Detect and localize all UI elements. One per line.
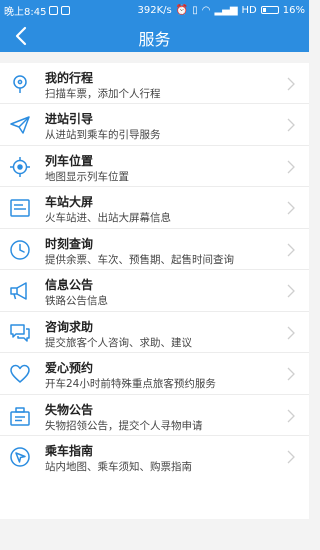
service-item-title: 失物公告: [45, 402, 94, 417]
chevron-right-icon: [287, 284, 295, 298]
location-pin-icon: [8, 72, 32, 96]
status-time: 晚上8:45: [4, 6, 47, 18]
clock-icon: [8, 238, 32, 262]
status-bar: 晚上8:45 392K/s ⏰ ▯ ◠ ▂▄▆ HD 16%: [0, 0, 309, 20]
service-item-subtitle: 从进站到乘车的引导服务: [45, 129, 161, 142]
chevron-right-icon: [287, 160, 295, 174]
heart-icon: [8, 362, 32, 386]
wifi-icon: ◠: [201, 4, 211, 16]
service-item-subtitle: 火车站进、出站大屏幕信息: [45, 212, 171, 225]
service-item-my-trip[interactable]: 我的行程 扫描车票，添加个人行程: [0, 63, 309, 105]
service-item-subtitle: 站内地图、乘车须知、购票指南: [45, 460, 192, 473]
service-item-subtitle: 开车24小时前特殊重点旅客预约服务: [45, 378, 216, 391]
service-item-subtitle: 地图显示列车位置: [45, 170, 129, 183]
network-type: HD: [241, 4, 257, 16]
service-item-title: 进站引导: [45, 112, 94, 127]
service-item-title: 我的行程: [45, 71, 94, 85]
lost-found-box-icon: [8, 404, 32, 428]
chevron-right-icon: [287, 409, 295, 422]
chat-bubbles-icon: [8, 321, 32, 345]
chevron-right-icon: [287, 450, 295, 464]
page-title: 服务: [138, 30, 171, 49]
battery-icon: [260, 6, 279, 14]
service-item-title: 乘车指南: [45, 443, 94, 458]
service-item-title: 咨询求助: [45, 319, 94, 334]
chevron-right-icon: [287, 201, 295, 215]
service-item-station-guide[interactable]: 进站引导 从进站到乘车的引导服务: [0, 104, 309, 146]
battery-level: 16%: [282, 4, 305, 16]
service-item-lost-found[interactable]: 失物公告 失物招领公告，提交个人寻物申请: [0, 395, 309, 436]
vibrate-icon: ▯: [192, 4, 198, 16]
megaphone-icon: [8, 279, 32, 303]
chevron-right-icon: [287, 77, 295, 91]
service-item-subtitle: 失物招领公告，提交个人寻物申请: [45, 419, 203, 432]
alarm-icon: ⏰: [175, 4, 189, 16]
paper-plane-icon: [8, 113, 32, 137]
network-speed: 392K/s: [137, 4, 172, 16]
service-item-subtitle: 铁路公告信息: [45, 295, 108, 308]
notification-icon: [61, 5, 71, 15]
service-item-care-reservation[interactable]: 爱心预约 开车24小时前特殊重点旅客预约服务: [0, 353, 309, 395]
service-item-announcements[interactable]: 信息公告 铁路公告信息: [0, 270, 309, 312]
service-item-subtitle: 提供余票、车次、预售期、起售时间查询: [45, 253, 234, 266]
app-bar: 服务: [0, 20, 309, 52]
service-item-timetable-query[interactable]: 时刻查询 提供余票、车次、预售期、起售时间查询: [0, 229, 309, 271]
signal-icon: ▂▄▆: [214, 4, 238, 16]
service-item-travel-guide[interactable]: 乘车指南 站内地图、乘车须知、购票指南: [0, 436, 309, 477]
service-item-subtitle: 扫描车票，添加个人行程: [45, 88, 161, 100]
service-item-subtitle: 提交旅客个人咨询、求助、建议: [45, 336, 192, 349]
service-item-title: 爱心预约: [45, 361, 94, 376]
service-item-consult-help[interactable]: 咨询求助 提交旅客个人咨询、求助、建议: [0, 312, 309, 354]
service-item-title: 信息公告: [45, 278, 94, 293]
chevron-right-icon: [287, 243, 295, 257]
service-item-title: 车站大屏: [45, 195, 94, 210]
chevron-right-icon: [287, 367, 295, 381]
service-list: 我的行程 扫描车票，添加个人行程 进站引导 从进站到乘车的引导服务 列车位置 地…: [0, 63, 309, 519]
screen-icon: [8, 196, 32, 220]
service-item-title: 时刻查询: [45, 236, 94, 251]
service-item-station-screen[interactable]: 车站大屏 火车站进、出站大屏幕信息: [0, 187, 309, 229]
crosshair-icon: [8, 155, 32, 179]
compass-navigation-icon: [8, 445, 32, 469]
chevron-right-icon: [287, 326, 295, 340]
notification-icon: [49, 5, 59, 15]
chevron-right-icon: [287, 118, 295, 132]
service-item-train-position[interactable]: 列车位置 地图显示列车位置: [0, 146, 309, 188]
service-item-title: 列车位置: [45, 153, 94, 168]
